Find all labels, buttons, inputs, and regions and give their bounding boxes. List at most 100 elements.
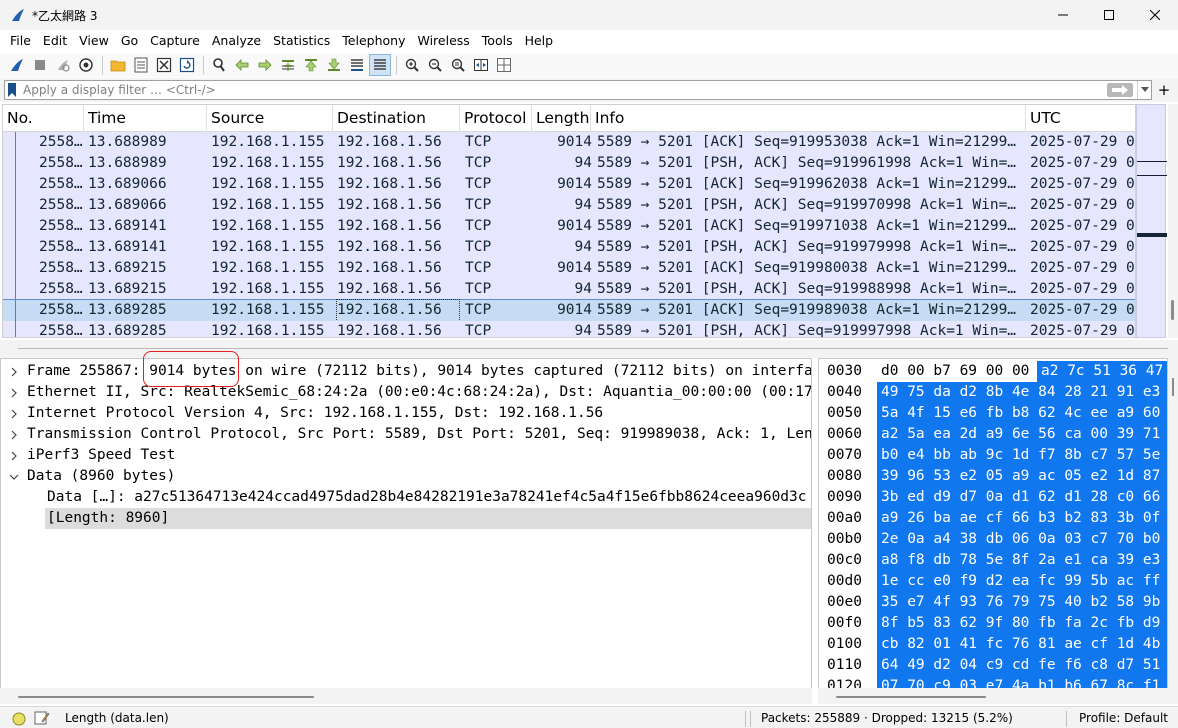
filter-bookmark-button[interactable]	[5, 81, 19, 99]
collapsed-arrow-icon[interactable]	[7, 403, 21, 424]
packet-list-scrollbar[interactable]	[1168, 104, 1178, 338]
maximize-button[interactable]	[1086, 0, 1132, 30]
detail-tree-item[interactable]: Internet Protocol Version 4, Src: 192.16…	[1, 403, 811, 424]
hex-row[interactable]: 0080 39 96 53 e2 05 a9 ac 05 e2 1d 87	[819, 466, 1167, 487]
hex-row[interactable]: 0050 5a 4f 15 e6 fb b8 62 4c ee a9 60	[819, 403, 1167, 424]
detail-tree-item[interactable]: Frame 255867: 9014 bytes on wire (72112 …	[1, 361, 811, 382]
column-header-source[interactable]: Source	[207, 105, 333, 132]
close-file-button[interactable]	[153, 54, 175, 76]
detail-tree-item[interactable]: iPerf3 Speed Test	[1, 445, 811, 466]
packet-row[interactable]: 2558… 13.689141 192.168.1.155 192.168.1.56 T…	[3, 216, 1135, 237]
collapsed-arrow-icon[interactable]	[7, 424, 21, 445]
reload-file-button[interactable]	[176, 54, 198, 76]
hex-row[interactable]: 00f0 8f b5 83 62 9f 80 fb fa 2c fb d9	[819, 613, 1167, 634]
packet-row[interactable]: 2558… 13.689215 192.168.1.155 192.168.1.56 T…	[3, 279, 1135, 300]
column-header-destination[interactable]: Destination	[333, 105, 460, 132]
menu-help[interactable]: Help	[519, 30, 560, 52]
scrollbar-thumb[interactable]	[836, 696, 986, 698]
hex-row[interactable]: 0100 cb 82 01 41 fc 76 81 ae cf 1d 4b	[819, 634, 1167, 655]
menu-view[interactable]: View	[73, 30, 115, 52]
details-horizontal-scrollbar[interactable]	[0, 688, 812, 704]
packet-row[interactable]: 2558… 13.689066 192.168.1.155 192.168.1.56 T…	[3, 195, 1135, 216]
apply-filter-button[interactable]	[1107, 83, 1133, 97]
hex-row[interactable]: 0110 64 49 d2 04 c9 cd fe f6 c8 d7 51	[819, 655, 1167, 676]
profile-status[interactable]: Profile: Default	[1079, 707, 1168, 728]
column-header-time[interactable]: Time	[84, 105, 207, 132]
menu-telephony[interactable]: Telephony	[336, 30, 411, 52]
menu-file[interactable]: File	[4, 30, 37, 52]
go-last-button[interactable]	[323, 54, 345, 76]
menu-statistics[interactable]: Statistics	[267, 30, 336, 52]
expert-info-button[interactable]	[12, 711, 26, 726]
capture-options-button[interactable]	[75, 54, 97, 76]
detail-tree-item[interactable]: Ethernet II, Src: RealtekSemic_68:24:2a …	[1, 382, 811, 403]
hex-row[interactable]: 0090 3b ed d9 d7 0a d1 62 d1 28 c0 66	[819, 487, 1167, 508]
scrollbar-thumb[interactable]	[1171, 300, 1174, 320]
column-header-length[interactable]: Length	[532, 105, 591, 132]
layout-button[interactable]	[493, 54, 515, 76]
bytes-vertical-scrollbar[interactable]	[1168, 358, 1178, 704]
packet-row[interactable]: 2558… 13.689285 192.168.1.155 192.168.1.56 T…	[3, 321, 1135, 337]
start-capture-button[interactable]	[6, 54, 28, 76]
detail-tree-item[interactable]: Data (8960 bytes)	[1, 466, 811, 487]
go-back-button[interactable]	[231, 54, 253, 76]
find-packet-button[interactable]	[208, 54, 230, 76]
hex-row[interactable]: 00b0 2e 0a a4 38 db 06 0a 03 c7 70 b0	[819, 529, 1167, 550]
column-header-protocol[interactable]: Protocol	[460, 105, 532, 132]
go-to-packet-button[interactable]	[277, 54, 299, 76]
menu-wireless[interactable]: Wireless	[411, 30, 475, 52]
column-header-info[interactable]: Info	[591, 105, 1026, 132]
filter-history-dropdown[interactable]	[1137, 81, 1151, 99]
expanded-arrow-icon[interactable]	[7, 466, 21, 487]
menu-analyze[interactable]: Analyze	[206, 30, 267, 52]
go-forward-button[interactable]	[254, 54, 276, 76]
stop-capture-button[interactable]	[29, 54, 51, 76]
packet-row[interactable]: 2558… 13.689066 192.168.1.155 192.168.1.56 T…	[3, 174, 1135, 195]
close-button[interactable]	[1132, 0, 1178, 30]
hex-row[interactable]: 0070 b0 e4 bb ab 9c 1d f7 8b c7 57 5e	[819, 445, 1167, 466]
detail-tree-item[interactable]: Data […]: a27c51364713e424ccad4975dad28b…	[1, 487, 811, 508]
zoom-out-button[interactable]	[424, 54, 446, 76]
scrollbar-thumb[interactable]	[18, 696, 314, 698]
packet-row[interactable]: 2558… 13.689141 192.168.1.155 192.168.1.56 T…	[3, 237, 1135, 258]
hex-row[interactable]: 0030 d0 00 b7 69 00 00 a2 7c 51 36 47	[819, 361, 1167, 382]
packet-cell-length: 94	[574, 239, 592, 255]
packet-row-selected[interactable]: 2558… 13.689285 192.168.1.155 192.168.1.56 T…	[3, 299, 1135, 322]
menu-edit[interactable]: Edit	[37, 30, 73, 52]
hex-row[interactable]: 00a0 a9 26 ba ae cf 66 b3 b2 83 3b 0f	[819, 508, 1167, 529]
column-header-no[interactable]: No.	[3, 105, 84, 132]
minimize-button[interactable]	[1040, 0, 1086, 30]
restart-capture-button[interactable]	[52, 54, 74, 76]
go-first-button[interactable]	[300, 54, 322, 76]
add-filter-button[interactable]: +	[1156, 80, 1172, 100]
save-file-button[interactable]	[130, 54, 152, 76]
packet-minimap[interactable]	[1136, 104, 1167, 338]
collapsed-arrow-icon[interactable]	[7, 445, 21, 466]
hex-row[interactable]: 00e0 35 e7 4f 93 76 79 75 40 b2 58 9b	[819, 592, 1167, 613]
detail-tree-item[interactable]: [Length: 8960]	[45, 508, 811, 529]
hex-row[interactable]: 0040 49 75 da d2 8b 4e 84 28 21 91 e3	[819, 382, 1167, 403]
display-filter-input[interactable]	[19, 81, 1107, 99]
packet-row[interactable]: 2558… 13.688989 192.168.1.155 192.168.1.56 T…	[3, 132, 1135, 153]
hex-row[interactable]: 00c0 a8 f8 db 78 5e 8f 2a e1 ca 39 e3	[819, 550, 1167, 571]
packet-row[interactable]: 2558… 13.689215 192.168.1.155 192.168.1.56 T…	[3, 258, 1135, 279]
collapsed-arrow-icon[interactable]	[7, 382, 21, 403]
bytes-horizontal-scrollbar[interactable]	[818, 688, 1168, 704]
menu-tools[interactable]: Tools	[476, 30, 519, 52]
capture-comment-button[interactable]	[34, 710, 50, 726]
detail-tree-item[interactable]: Transmission Control Protocol, Src Port:…	[1, 424, 811, 445]
resize-columns-button[interactable]	[470, 54, 492, 76]
menu-capture[interactable]: Capture	[144, 30, 206, 52]
collapsed-arrow-icon[interactable]	[7, 361, 21, 382]
menu-go[interactable]: Go	[115, 30, 144, 52]
autoscroll-button[interactable]	[346, 54, 368, 76]
hex-row[interactable]: 0060 a2 5a ea 2d a9 6e 56 ca 00 39 71	[819, 424, 1167, 445]
scrollbar-thumb[interactable]	[1172, 378, 1174, 396]
normal-size-button[interactable]	[447, 54, 469, 76]
zoom-in-button[interactable]	[401, 54, 423, 76]
column-header-utc[interactable]: UTC	[1026, 105, 1135, 132]
packet-row[interactable]: 2558… 13.688989 192.168.1.155 192.168.1.56 T…	[3, 153, 1135, 174]
open-file-button[interactable]	[107, 54, 129, 76]
colorize-button[interactable]	[369, 54, 391, 76]
hex-row[interactable]: 00d0 1e cc e0 f9 d2 ea fc 99 5b ac ff	[819, 571, 1167, 592]
